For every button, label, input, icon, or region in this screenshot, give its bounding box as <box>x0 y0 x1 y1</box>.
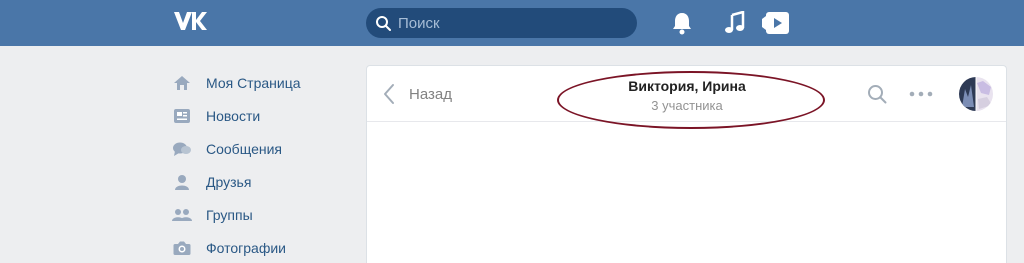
chat-title-block[interactable]: Виктория, Ирина 3 участника <box>567 76 807 116</box>
left-sidebar: Моя Страница Новости Сообщения Друзья Гр… <box>172 66 342 263</box>
top-bar <box>0 0 1024 46</box>
search-icon <box>376 16 391 31</box>
search-box[interactable] <box>366 8 637 38</box>
sidebar-item-photos[interactable]: Фотографии <box>172 231 342 263</box>
vk-logo[interactable] <box>172 10 212 36</box>
chat-avatar[interactable] <box>959 77 993 111</box>
chat-participants-count: 3 участника <box>651 98 723 113</box>
sidebar-item-label: Группы <box>206 206 253 223</box>
search-icon[interactable] <box>867 84 887 104</box>
sidebar-item-label: Друзья <box>206 173 252 190</box>
chevron-left-icon <box>384 84 394 104</box>
groups-icon <box>172 205 192 225</box>
music-icon[interactable] <box>724 11 746 35</box>
messages-icon <box>172 139 192 159</box>
sidebar-item-news[interactable]: Новости <box>172 99 342 132</box>
sidebar-item-groups[interactable]: Группы <box>172 198 342 231</box>
chat-header: Назад Виктория, Ирина 3 участника <box>367 66 1006 129</box>
more-options-icon[interactable] <box>908 84 934 104</box>
bell-icon[interactable] <box>671 11 693 35</box>
sidebar-item-friends[interactable]: Друзья <box>172 165 342 198</box>
back-button[interactable]: Назад <box>383 82 452 106</box>
sidebar-item-messages[interactable]: Сообщения <box>172 132 342 165</box>
camera-icon <box>172 238 192 258</box>
news-icon <box>172 106 192 126</box>
friend-icon <box>172 172 192 192</box>
home-icon <box>172 73 192 93</box>
chat-panel: Назад Виктория, Ирина 3 участника <box>366 65 1007 263</box>
sidebar-item-label: Сообщения <box>206 140 282 157</box>
video-play-icon[interactable] <box>760 11 790 35</box>
chat-title: Виктория, Ирина <box>628 78 746 94</box>
sidebar-item-label: Моя Страница <box>206 74 301 91</box>
back-label: Назад <box>409 85 452 103</box>
sidebar-item-label: Новости <box>206 107 261 124</box>
search-input[interactable] <box>398 8 628 38</box>
sidebar-item-my-page[interactable]: Моя Страница <box>172 66 342 99</box>
sidebar-item-label: Фотографии <box>206 239 287 256</box>
